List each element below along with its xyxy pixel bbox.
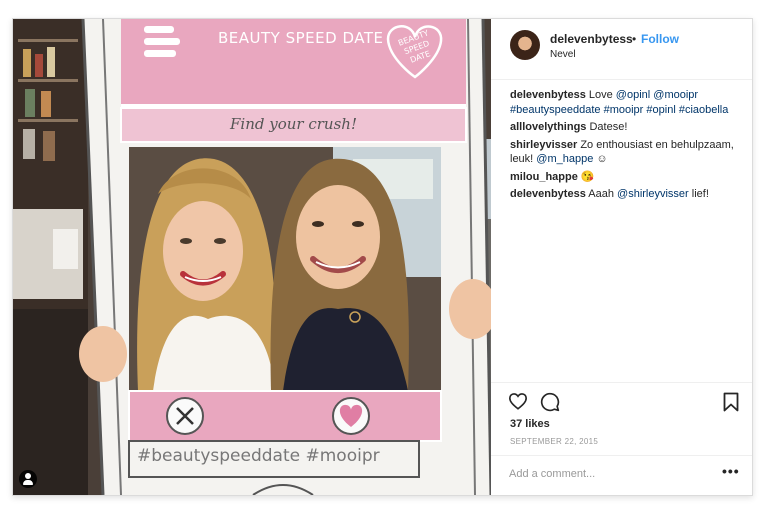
post-actions: 37 likes SEPTEMBER 22, 2015 ••• bbox=[491, 382, 752, 495]
add-comment-row: ••• bbox=[491, 455, 752, 495]
comment-text: ☺ bbox=[593, 153, 608, 165]
frame-title: BEAUTY SPEED DATE bbox=[218, 29, 384, 47]
add-comment-input[interactable] bbox=[509, 468, 699, 480]
follow-button[interactable]: Follow bbox=[641, 32, 679, 46]
comment-text: Aaah bbox=[585, 188, 618, 200]
mention-link[interactable]: @opinl bbox=[616, 89, 650, 101]
mention-link[interactable]: @m_happe bbox=[536, 153, 593, 165]
comment-text: Love bbox=[585, 89, 616, 101]
post-photo[interactable]: BEAUTY SPEED DATE BEAUTY SPEED DATE Find… bbox=[13, 19, 491, 495]
user-tag-icon[interactable] bbox=[19, 470, 37, 488]
comment-bubble-icon[interactable] bbox=[540, 392, 560, 417]
header-separator: • bbox=[632, 32, 637, 46]
photo-illustration bbox=[13, 19, 491, 495]
comment-item: shirleyvisser Zo enthousiast en behulpza… bbox=[510, 138, 742, 167]
hashtag-link[interactable]: #ciaobella bbox=[679, 104, 729, 116]
comment-text: 😘 bbox=[577, 170, 595, 183]
likes-count[interactable]: 37 likes bbox=[510, 418, 550, 430]
comment-username[interactable]: delevenbytess bbox=[510, 89, 586, 101]
instagram-post-card: BEAUTY SPEED DATE BEAUTY SPEED DATE Find… bbox=[12, 18, 753, 496]
hashtag-link[interactable]: #beautyspeeddate bbox=[510, 104, 601, 116]
hashtag-link[interactable]: #opinl bbox=[646, 104, 675, 116]
comment-username[interactable]: delevenbytess bbox=[510, 188, 586, 200]
post-sidebar: delevenbytess • Follow Nevel delevenbyte… bbox=[491, 19, 752, 495]
frame-hashtags: #beautyspeeddate #mooipr bbox=[137, 446, 380, 466]
comment-username[interactable]: shirleyvisser bbox=[510, 139, 577, 151]
bookmark-icon[interactable] bbox=[723, 392, 739, 417]
mention-link[interactable]: @shirleyvisser bbox=[617, 188, 689, 200]
post-date[interactable]: SEPTEMBER 22, 2015 bbox=[510, 437, 598, 446]
more-options-icon[interactable]: ••• bbox=[722, 463, 740, 479]
author-username[interactable]: delevenbytess bbox=[550, 32, 633, 46]
comment-username[interactable]: alllovelythings bbox=[510, 121, 586, 133]
comments-list: delevenbytess Love @opinl @mooipr #beaut… bbox=[510, 88, 742, 205]
comment-text: Datese! bbox=[586, 121, 628, 133]
comment-username[interactable]: milou_happe bbox=[510, 171, 578, 183]
hashtag-link[interactable]: #mooipr bbox=[604, 104, 644, 116]
post-location[interactable]: Nevel bbox=[550, 49, 576, 60]
heart-icon[interactable] bbox=[508, 392, 528, 415]
avatar[interactable] bbox=[510, 30, 540, 60]
comment-item: alllovelythings Datese! bbox=[510, 120, 742, 135]
comment-item: milou_happe 😘 bbox=[510, 170, 742, 185]
comment-item: delevenbytess Aaah @shirleyvisser lief! bbox=[510, 187, 742, 202]
comment-text: lief! bbox=[688, 188, 709, 200]
frame-banner: Find your crush! bbox=[230, 115, 357, 133]
mention-link[interactable]: @mooipr bbox=[653, 89, 698, 101]
post-header: delevenbytess • Follow Nevel bbox=[491, 19, 752, 80]
comment-item: delevenbytess Love @opinl @mooipr #beaut… bbox=[510, 88, 742, 117]
